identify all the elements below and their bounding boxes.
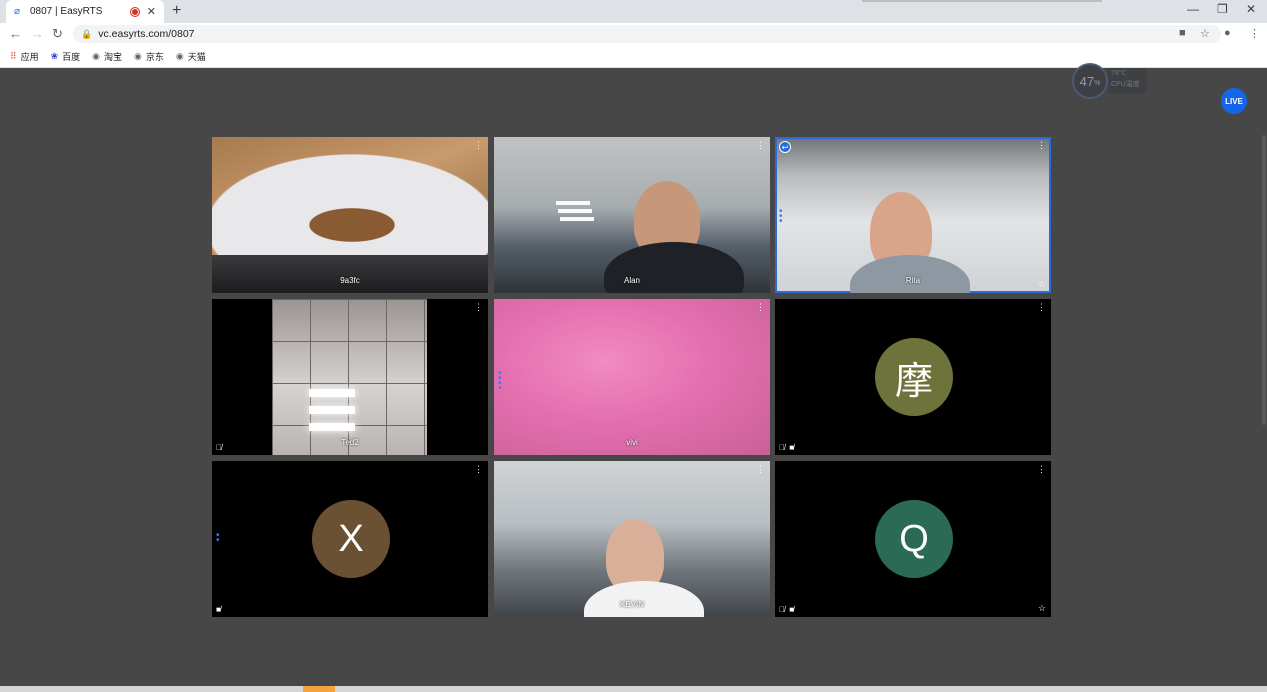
video-tile-ted2[interactable]: ⋮ 🎙̸ Ted2 [212,299,488,455]
bookmark-taobao[interactable]: ◉ 淘宝 [92,50,122,63]
cpu-temp-box: 78°C CPU温度 [1108,68,1146,94]
video-tile-vivi[interactable]: • • • • ⋮ vivi [494,299,770,455]
pin-icon[interactable]: ↩ [779,141,791,153]
tile-menu-icon[interactable]: ⋮ [474,140,483,151]
recording-indicator-icon [129,6,140,17]
tile-menu-icon[interactable]: ⋮ [756,464,765,475]
mic-camera-off-icon: 🎙̸ ■̸ [779,443,796,452]
bookmark-label: 天猫 [187,51,206,62]
tile-menu-icon[interactable]: ⋮ [756,302,765,313]
minimize-icon[interactable]: — [1187,2,1199,16]
restore-icon[interactable]: ❐ [1217,2,1228,16]
back-arrow-icon[interactable]: ← [9,26,22,41]
globe-icon: ◉ [92,50,101,61]
audio-level-icon: • • [216,530,220,546]
tile-menu-icon[interactable]: ⋮ [474,464,483,475]
mic-camera-off-icon: 🎙̸ ■̸ [779,605,796,614]
bookmark-jd[interactable]: ◉ 京东 [134,50,164,63]
browser-tab[interactable]: ⌀ 0807 | EasyRTS ✕ [6,0,164,23]
tab-title: 0807 | EasyRTS [30,6,103,17]
bookmark-tmall[interactable]: ◉ 天猫 [176,50,206,63]
ceiling-light [556,201,590,205]
url-text: vc.easyrts.com/0807 [98,28,195,40]
audio-level-icon: • • • • [498,368,502,394]
star-icon[interactable]: ☆ [1038,603,1046,614]
participant-name: 9a3fc [340,276,360,285]
video-tile-avatar-q[interactable]: Q ⋮ 🎙̸ ■̸ ☆ [775,461,1051,617]
video-tile-alan[interactable]: ⋮ Alan [494,137,770,293]
ceiling-light [309,423,355,431]
participant-video-body [604,242,744,293]
tab-close-icon[interactable]: ✕ [147,5,156,18]
window-drag-indicator [862,0,1102,2]
video-tile-avatar-mo[interactable]: 摩 ⋮ 🎙̸ ■̸ [775,299,1051,455]
participant-video-body [850,255,970,293]
new-tab-icon[interactable]: + [172,2,181,20]
audio-level-icon: • • • [779,206,783,227]
tile-menu-icon[interactable]: ⋮ [474,302,483,313]
browser-menu-icon[interactable]: ⋮ [1249,27,1260,40]
bookmark-apps[interactable]: ⠿ 应用 [10,50,39,63]
forward-arrow-icon[interactable]: → [31,26,44,41]
ceiling-light [558,209,592,213]
cpu-monitor: 47% 78°C CPU温度 [1072,63,1148,99]
globe-icon: ◉ [134,50,142,61]
bookmark-label: 京东 [145,51,164,62]
tile-menu-icon[interactable]: ⋮ [1037,140,1046,151]
participant-name: vivi [626,438,638,447]
reload-icon[interactable]: ↻ [52,26,63,42]
taskbar-strip [0,686,1267,692]
participant-name: Ted2 [341,438,359,447]
video-content [212,255,488,293]
easyrts-favicon-icon: ⌀ [14,5,21,17]
taskbar-highlight [303,686,335,692]
camera-icon[interactable]: ■ [1179,27,1186,39]
tile-menu-icon[interactable]: ⋮ [1037,464,1046,475]
globe-icon: ◉ [175,50,184,61]
video-tile-rita[interactable]: ↩ • • • ⋮ Rita ☆ [775,137,1051,293]
ceiling-light [560,217,594,221]
tile-menu-icon[interactable]: ⋮ [756,140,765,151]
cpu-temp: 78°C [1111,70,1127,77]
tile-menu-icon[interactable]: ⋮ [1037,302,1046,313]
live-button[interactable]: LIVE [1221,88,1247,114]
participant-avatar: 摩 [875,338,953,416]
cpu-temp-label: CPU温度 [1111,81,1140,88]
participant-avatar: Q [875,500,953,578]
bookmark-baidu[interactable]: ❀ 百度 [51,50,81,63]
video-tile-avatar-x[interactable]: X • • ⋮ ■̸ [212,461,488,617]
cpu-percent: 47 [1079,73,1095,89]
bookmark-label: 百度 [62,51,81,62]
participant-name: Alan [623,276,640,285]
profile-icon[interactable]: ● [1224,27,1231,39]
cpu-percent-unit: % [1094,79,1101,87]
participant-video-body [584,581,704,617]
bookmark-star-icon[interactable]: ☆ [1200,27,1210,40]
browser-toolbar: ← → ↻ 🔒 vc.easyrts.com/0807 ■ ☆ ● ⋮ [0,23,1267,45]
page-scrollbar[interactable] [1262,135,1266,425]
lock-icon: 🔒 [81,28,93,39]
bookmark-label: 应用 [20,51,39,62]
ceiling-grid [272,299,427,455]
bookmark-label: 淘宝 [104,51,123,62]
participant-name: KEVIN [619,600,644,609]
participant-avatar: X [312,500,390,578]
baidu-paw-icon: ❀ [50,50,59,61]
participant-name: Rita [905,276,921,285]
apps-grid-icon: ⠿ [10,50,17,61]
camera-off-icon: ■̸ [216,605,222,614]
address-bar[interactable]: 🔒 vc.easyrts.com/0807 [73,25,1221,43]
star-icon[interactable]: ☆ [1038,279,1046,290]
ceiling-light [309,389,355,397]
window-close-icon[interactable]: ✕ [1246,2,1256,16]
ceiling-light [309,406,355,414]
video-tile-9a3fc[interactable]: ⋮ 9a3fc [212,137,488,293]
cpu-usage-ring: 47% [1072,63,1108,99]
tab-strip: ⌀ 0807 | EasyRTS ✕ + — ❐ ✕ [0,0,1267,23]
video-tile-kevin[interactable]: ⋮ KEVIN [494,461,770,617]
